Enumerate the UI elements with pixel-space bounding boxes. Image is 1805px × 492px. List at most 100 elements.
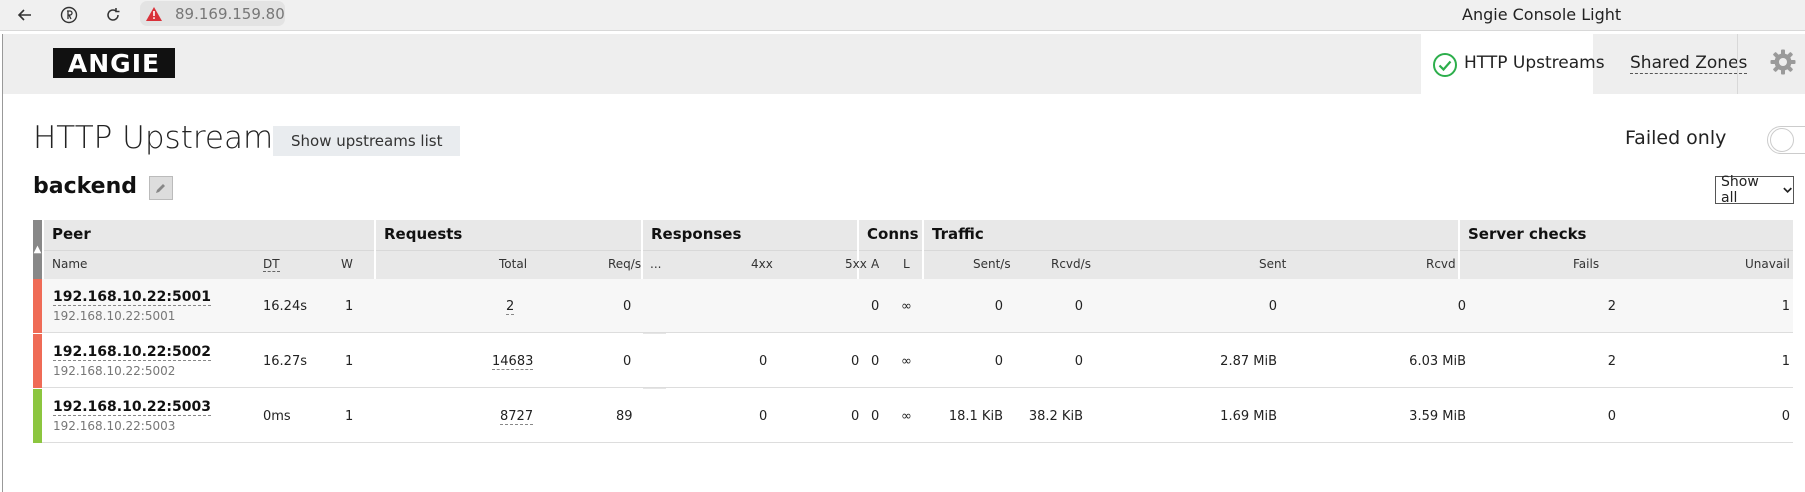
cell-req-s: 89	[616, 409, 633, 424]
show-upstreams-list-button[interactable]: Show upstreams list	[273, 126, 461, 156]
back-button[interactable]	[14, 4, 36, 26]
nav-divider	[1737, 34, 1738, 94]
col-fails[interactable]: Fails	[1573, 257, 1599, 271]
nav-http-upstreams-label[interactable]: HTTP Upstreams	[1464, 53, 1605, 73]
cell-req-s: 0	[623, 299, 632, 314]
filter-select-value: Show all	[1721, 174, 1759, 206]
peer-name[interactable]: 192.168.10.22:5001	[53, 289, 211, 306]
peer-name[interactable]: 192.168.10.22:5002	[53, 344, 211, 361]
col-unavail[interactable]: Unavail	[1745, 257, 1790, 271]
header-group-requests: Requests	[376, 220, 641, 250]
angie-logo: ANGIE	[53, 48, 175, 78]
cell-4xx: 0	[759, 409, 768, 424]
cell-l: ∞	[901, 354, 912, 369]
group-title-requests: Requests	[384, 225, 463, 243]
sort-up-icon: ▲	[33, 244, 42, 255]
subheader-conns	[859, 250, 922, 279]
reload-icon	[107, 8, 120, 21]
cell-total[interactable]: 8727	[500, 409, 534, 425]
col-req-s[interactable]: Req/s	[608, 257, 641, 271]
peer-address: 192.168.10.22:5002	[53, 364, 176, 378]
cell-unavail: 1	[1781, 354, 1790, 369]
group-title-traffic: Traffic	[932, 225, 984, 243]
cell-a: 0	[871, 299, 880, 314]
filter-select[interactable]: Show all	[1715, 174, 1794, 206]
peers-table: ▲ Peer Requests Responses Conns Traffic …	[33, 220, 1793, 443]
group-title-server-checks: Server checks	[1468, 225, 1587, 243]
header-group-conns: Conns	[859, 220, 922, 250]
sort-toggle[interactable]: ▲	[33, 220, 42, 279]
reload-button[interactable]	[102, 4, 124, 26]
col-dt[interactable]: DT	[263, 257, 280, 272]
cell-rcvd: 6.03 MiB	[1409, 354, 1466, 369]
cell-sent-s: 18.1 KiB	[948, 409, 1003, 424]
cell-total[interactable]: 2	[506, 299, 515, 315]
cell-4xx: 0	[759, 354, 768, 369]
cell-sent: 0	[1268, 299, 1277, 314]
col-responses-more[interactable]: ...	[650, 257, 661, 271]
check-circle-icon	[1433, 53, 1457, 77]
table-row: 192.168.10.22:5002 192.168.10.22:5002 16…	[33, 334, 1793, 388]
cell-sent: 2.87 MiB	[1220, 354, 1277, 369]
status-indicator	[33, 389, 42, 443]
cell-5xx: 0	[851, 354, 860, 369]
cell-dt: 0ms	[263, 409, 291, 424]
table-row: 192.168.10.22:5003 192.168.10.22:5003 0m…	[33, 389, 1793, 443]
col-rcvd-s[interactable]: Rcvd/s	[1051, 257, 1091, 271]
cell-rcvd-s: 0	[1074, 299, 1083, 314]
cell-a: 0	[871, 354, 880, 369]
cell-l: ∞	[901, 409, 912, 424]
header-group-server-checks: Server checks	[1460, 220, 1793, 250]
yandex-icon	[60, 6, 78, 24]
failed-only-toggle[interactable]	[1767, 126, 1805, 154]
peer-address: 192.168.10.22:5001	[53, 309, 176, 323]
col-l[interactable]: L	[903, 257, 910, 271]
toggle-knob	[1770, 128, 1794, 152]
col-sent[interactable]: Sent	[1259, 257, 1286, 271]
col-4xx[interactable]: 4xx	[751, 257, 773, 271]
browser-toolbar: 89.169.159.80 Angie Console Light	[0, 0, 1805, 31]
col-w[interactable]: W	[341, 257, 353, 271]
cell-sent-s: 0	[994, 299, 1003, 314]
address-text[interactable]: 89.169.159.80	[175, 5, 285, 23]
status-indicator	[33, 334, 42, 388]
cell-rcvd: 0	[1457, 299, 1466, 314]
edit-upstream-button[interactable]	[149, 176, 173, 200]
col-name[interactable]: Name	[52, 257, 87, 271]
cell-total[interactable]: 14683	[492, 354, 534, 370]
cell-fails: 2	[1607, 354, 1616, 369]
cell-unavail: 1	[1781, 299, 1790, 314]
peer-name[interactable]: 192.168.10.22:5003	[53, 399, 211, 416]
cell-dt: 16.24s	[263, 299, 307, 314]
cell-dt: 16.27s	[263, 354, 307, 369]
nav-shared-zones[interactable]: Shared Zones	[1630, 53, 1748, 74]
cell-rcvd-s: 0	[1074, 354, 1083, 369]
upstream-name: backend	[33, 174, 138, 199]
col-rcvd[interactable]: Rcvd	[1426, 257, 1456, 271]
col-sent-s[interactable]: Sent/s	[973, 257, 1011, 271]
header-group-responses: Responses	[643, 220, 857, 250]
back-arrow-icon	[17, 9, 31, 21]
page-title: HTTP Upstreams	[33, 120, 290, 156]
cell-w: 1	[345, 299, 354, 314]
col-total[interactable]: Total	[499, 257, 527, 271]
cell-sent: 1.69 MiB	[1220, 409, 1277, 424]
cell-w: 1	[345, 409, 354, 424]
gear-icon[interactable]	[1769, 48, 1797, 76]
col-a[interactable]: A	[871, 257, 879, 271]
group-title-conns: Conns	[867, 225, 919, 243]
yandex-button[interactable]	[58, 4, 80, 26]
subheader-server-checks	[1460, 250, 1793, 279]
cell-fails: 2	[1607, 299, 1616, 314]
subheader-responses	[643, 250, 857, 279]
cell-rcvd: 3.59 MiB	[1409, 409, 1466, 424]
peer-address: 192.168.10.22:5003	[53, 419, 176, 433]
window-title: Angie Console Light	[1462, 5, 1622, 24]
cell-w: 1	[345, 354, 354, 369]
app-header: ANGIE HTTP Upstreams Shared Zones	[3, 34, 1805, 94]
pencil-icon	[156, 184, 165, 193]
cell-l: ∞	[901, 299, 912, 314]
insecure-warning-icon[interactable]	[145, 6, 163, 22]
col-5xx[interactable]: 5xx	[845, 257, 867, 271]
header-group-traffic: Traffic	[924, 220, 1458, 250]
